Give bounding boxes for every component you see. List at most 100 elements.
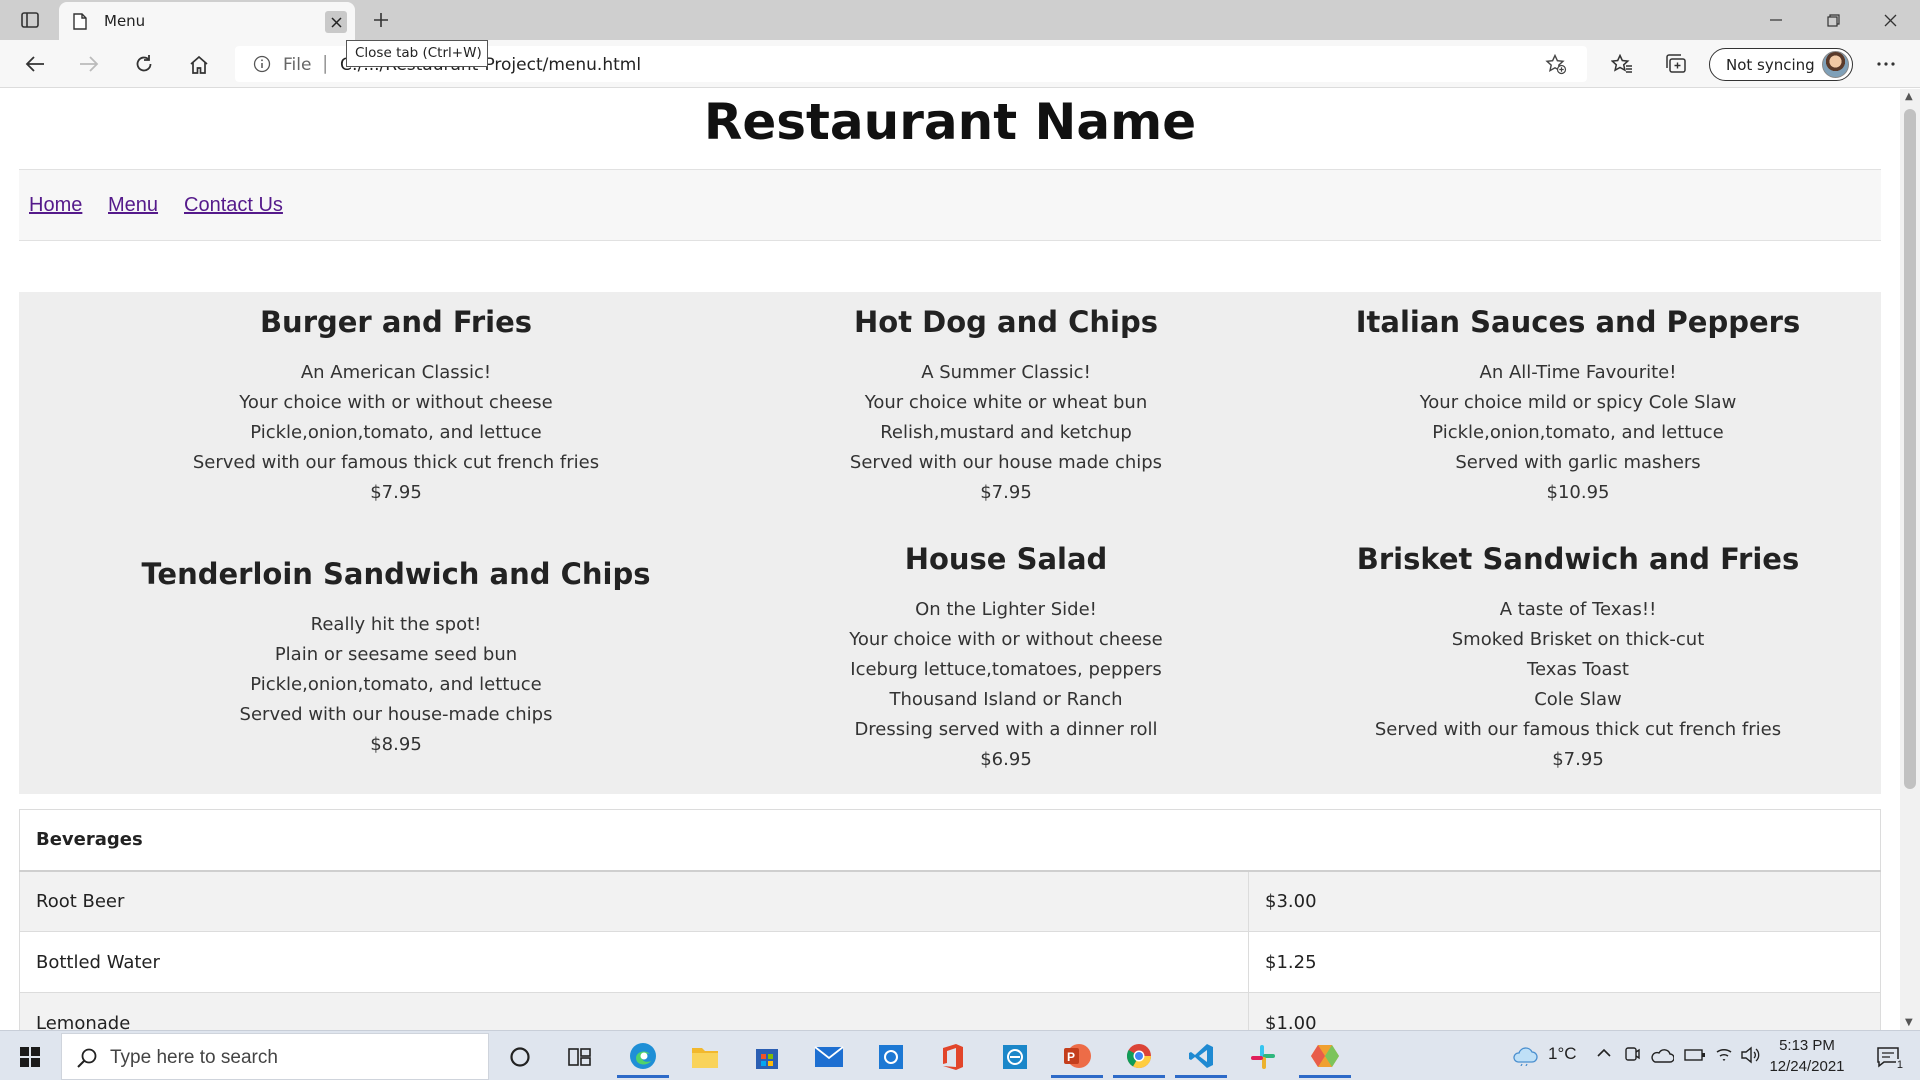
notification-center-button[interactable]: 1 <box>1868 1041 1908 1073</box>
close-tab-tooltip: Close tab (Ctrl+W) <box>346 40 488 67</box>
page-scrollbar[interactable]: ▲ ▼ <box>1900 89 1920 1030</box>
dish-name: House Salad <box>904 542 1108 576</box>
dish-price: $6.95 <box>980 749 1032 770</box>
tab-actions-icon <box>21 12 39 28</box>
battery-icon[interactable] <box>1684 1049 1706 1061</box>
dish-name: Italian Sauces and Peppers <box>1355 305 1801 339</box>
dish-description: Relish,mustard and ketchup <box>880 422 1132 443</box>
scroll-up-icon[interactable]: ▲ <box>1905 91 1913 102</box>
taskbar-photos[interactable] <box>865 1036 917 1078</box>
photos-icon <box>879 1045 903 1069</box>
tab-actions-button[interactable] <box>16 8 44 32</box>
volume-icon[interactable] <box>1740 1046 1760 1064</box>
back-button[interactable] <box>20 50 50 78</box>
collections-button[interactable] <box>1661 50 1691 78</box>
wifi-icon[interactable] <box>1714 1046 1734 1064</box>
tab-strip: Menu <box>0 0 1920 40</box>
taskbar-store[interactable] <box>741 1036 793 1078</box>
arrow-left-icon <box>25 56 44 72</box>
dish-price: $10.95 <box>1546 482 1610 503</box>
active-tab[interactable]: Menu <box>59 2 355 40</box>
dish-description: Your choice with or without cheese <box>849 629 1163 650</box>
taskbar-chrome[interactable] <box>1113 1036 1165 1078</box>
dish-description: Served with our house-made chips <box>239 704 553 725</box>
dish-description: An All-Time Favourite! <box>1479 362 1677 383</box>
temperature-readout[interactable]: 1°C <box>1548 1044 1577 1064</box>
beverage-price: $3.00 <box>1248 870 1881 932</box>
nav-link-menu[interactable]: Menu <box>108 194 158 217</box>
settings-menu-button[interactable] <box>1871 50 1901 78</box>
dish-description: An American Classic! <box>300 362 492 383</box>
home-button[interactable] <box>184 50 214 78</box>
windows-icon <box>20 1047 40 1067</box>
dish-description: Iceburg lettuce,tomatoes, peppers <box>850 659 1162 680</box>
close-window-button[interactable] <box>1862 0 1918 40</box>
office-icon <box>943 1044 963 1070</box>
onedrive-icon[interactable] <box>1650 1048 1674 1063</box>
taskbar-clock[interactable]: 5:13 PM 12/24/2021 <box>1762 1035 1852 1077</box>
taskbar-mail[interactable] <box>803 1036 855 1078</box>
site-title: Restaurant Name <box>703 93 1197 151</box>
favorites-button[interactable] <box>1607 50 1637 78</box>
beverages-table: Beverages Root Beer $3.00 Bottled Water … <box>19 809 1881 1030</box>
home-icon <box>190 55 208 74</box>
slack-icon <box>1251 1045 1275 1069</box>
close-icon <box>1884 14 1896 26</box>
taskbar-powerpoint[interactable]: P <box>1051 1036 1103 1078</box>
chevron-up-icon[interactable] <box>1597 1048 1611 1057</box>
star-add-icon <box>1545 53 1567 74</box>
collections-icon <box>1666 54 1686 73</box>
weather-icon[interactable] <box>1511 1044 1539 1066</box>
dish-name: Brisket Sandwich and Fries <box>1356 542 1800 576</box>
beverage-price: $1.25 <box>1248 931 1881 993</box>
taskbar-slack[interactable] <box>1237 1036 1289 1078</box>
table-row: Lemonade $1.00 <box>19 992 1881 1030</box>
taskbar-office[interactable] <box>927 1036 979 1078</box>
new-tab-button[interactable] <box>368 7 394 33</box>
dish-description: Smoked Brisket on thick-cut <box>1451 629 1705 650</box>
beverage-name: Root Beer <box>19 870 1249 932</box>
notification-count-badge: 1 <box>1895 1059 1904 1071</box>
dish-description: Served with garlic mashers <box>1455 452 1701 473</box>
menu-panel: Burger and Fries An American Classic! Yo… <box>19 292 1881 794</box>
restore-button[interactable] <box>1805 0 1861 40</box>
start-button[interactable] <box>10 1043 50 1071</box>
taskbar-app[interactable] <box>989 1036 1041 1078</box>
nav-link-contact[interactable]: Contact Us <box>184 194 283 217</box>
taskbar-vscode[interactable] <box>1175 1036 1227 1078</box>
dish-description: Served with our famous thick cut french … <box>1374 719 1782 740</box>
address-separator: | <box>322 52 329 74</box>
minimize-button[interactable] <box>1748 0 1804 40</box>
taskbar-git[interactable] <box>1299 1036 1351 1078</box>
meet-now-icon[interactable] <box>1624 1046 1640 1064</box>
powerpoint-icon: P <box>1064 1043 1091 1068</box>
scroll-down-icon[interactable]: ▼ <box>1905 1017 1913 1028</box>
cortana-button[interactable] <box>494 1036 546 1078</box>
refresh-button[interactable] <box>129 50 159 78</box>
taskbar-search[interactable]: Type here to search <box>61 1033 489 1080</box>
taskbar-file-explorer[interactable] <box>679 1036 731 1078</box>
dish-description: Served with our house made chips <box>849 452 1163 473</box>
scrollbar-thumb[interactable] <box>1904 109 1916 789</box>
close-tab-button[interactable] <box>325 11 347 33</box>
vscode-icon <box>1189 1043 1213 1068</box>
dish-description: Pickle,onion,tomato, and lettuce <box>250 674 542 695</box>
clock-time: 5:13 PM <box>1779 1037 1835 1054</box>
menu-item: House Salad On the Lighter Side! Your ch… <box>696 539 1316 775</box>
favorites-icon <box>1611 54 1632 73</box>
profile-sync-button[interactable]: Not syncing <box>1709 48 1853 81</box>
add-favorite-button[interactable] <box>1543 52 1569 76</box>
forward-button[interactable] <box>74 50 104 78</box>
minimize-icon <box>1770 19 1782 21</box>
nav-link-home[interactable]: Home <box>29 194 82 217</box>
app-icon <box>1003 1045 1027 1069</box>
dish-description: Served with our famous thick cut french … <box>192 452 600 473</box>
svg-text:P: P <box>1067 1050 1075 1064</box>
site-nav: Home Menu Contact Us <box>19 169 1881 241</box>
close-icon <box>330 16 342 28</box>
info-icon[interactable] <box>253 55 271 73</box>
windows-taskbar: Type here to search P 1°C 5:13 PM 12/24/… <box>0 1030 1920 1080</box>
refresh-icon <box>136 55 152 72</box>
taskbar-edge[interactable] <box>617 1036 669 1078</box>
task-view-button[interactable] <box>554 1036 606 1078</box>
